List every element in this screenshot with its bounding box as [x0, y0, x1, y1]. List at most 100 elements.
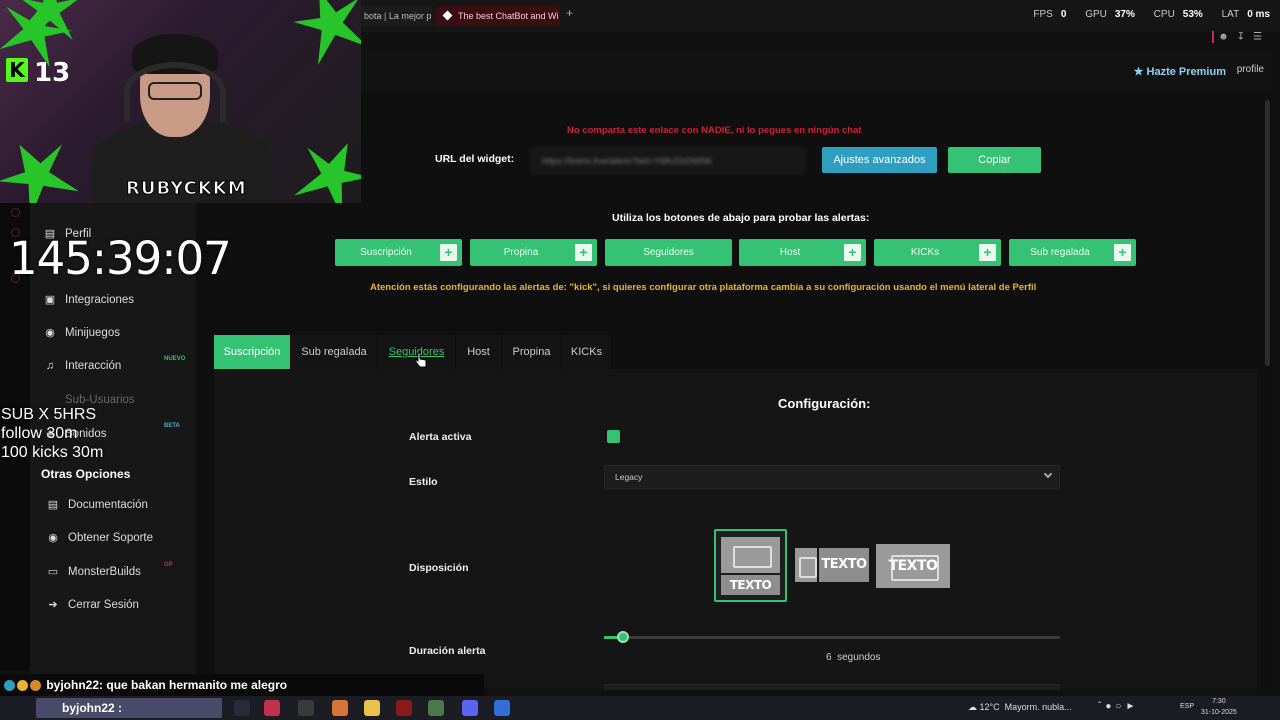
test-suscripcion-button[interactable]: Suscripción + — [335, 239, 462, 266]
sidebar-item-cerrar-sesion[interactable]: ➔ Cerrar Sesión — [47, 597, 139, 613]
menu-icon[interactable]: ☰ — [1253, 32, 1270, 43]
star-icon: ★ — [1133, 66, 1144, 78]
app-icon[interactable] — [428, 700, 444, 716]
system-tray[interactable]: ˆ●○► — [1098, 701, 1139, 712]
fps-value: 0 — [1060, 9, 1067, 20]
sidebar-item-monsterbuilds[interactable]: ▭ MonsterBuilds — [47, 564, 141, 580]
logout-icon: ➔ — [48, 599, 58, 611]
profile-label: profile — [1236, 64, 1264, 75]
new-badge: NUEVO — [164, 356, 186, 362]
sidebar-item-label: Interacción — [65, 360, 122, 372]
duration-slider[interactable] — [604, 631, 1060, 643]
kick-count: 13 — [34, 58, 71, 88]
folder-icon[interactable] — [364, 700, 380, 716]
language-indicator[interactable]: ESP — [1180, 703, 1194, 710]
test-kicks-button[interactable]: KICKs + — [874, 239, 1001, 266]
streamer-name: RUBYCKKM — [126, 178, 247, 200]
test-seguidores-button[interactable]: Seguidores — [605, 239, 732, 266]
test-button-label: Host — [779, 247, 801, 258]
sidebar-item-integraciones[interactable]: ▣ Integraciones — [44, 292, 134, 308]
gpu-value: 37% — [1114, 9, 1135, 20]
premium-link[interactable]: ★ Hazte Premium — [1134, 65, 1226, 78]
rail-icon[interactable] — [11, 208, 20, 217]
layout-label: Disposición — [409, 562, 469, 574]
layout-option-side[interactable]: TEXTO — [795, 544, 869, 588]
performance-stats: FPS 0 GPU 37% CPU 53% LAT 0 ms — [1033, 9, 1270, 20]
tab-kicks[interactable]: KICKs — [562, 335, 612, 369]
sidebar-item-minijuegos[interactable]: ◉ Minijuegos — [44, 325, 120, 341]
test-propina-button[interactable]: Propina + — [470, 239, 597, 266]
user-icon[interactable]: ☻ — [1218, 32, 1237, 43]
browser-tab[interactable]: bota | La mejor pl — [356, 6, 432, 26]
test-button-label: Seguidores — [643, 247, 694, 258]
style-select[interactable]: Legacy — [604, 465, 1060, 489]
page-scrollbar[interactable] — [1265, 100, 1270, 366]
plus-icon: + — [440, 244, 457, 261]
copy-button[interactable]: Copiar — [948, 147, 1041, 173]
clock[interactable]: 7:30 31-10-2025 — [1201, 696, 1237, 718]
platform-notice: Atención estás configurando las alertas … — [370, 282, 1037, 293]
profile-link[interactable]: profile — [1237, 64, 1264, 75]
image-placeholder-icon — [721, 537, 780, 573]
browser-toolbar-icons: ☻↧☰ — [1212, 31, 1270, 43]
premium-label: Hazte Premium — [1146, 66, 1226, 78]
browser-tab-label: bota | La mejor pl — [364, 11, 432, 21]
task-view-icon[interactable] — [234, 700, 250, 716]
plus-icon: + — [575, 244, 592, 261]
discord-icon[interactable] — [462, 700, 478, 716]
advanced-settings-button[interactable]: Ajustes avanzados — [822, 147, 937, 173]
sidebar-item-soporte[interactable]: ◉ Obtener Soporte — [47, 530, 153, 546]
slider-handle[interactable] — [617, 631, 629, 643]
plus-icon: + — [979, 244, 996, 261]
gp-badge: GP — [164, 562, 173, 568]
alert-active-checkbox[interactable] — [607, 430, 620, 443]
weather-temp: 12°C — [979, 702, 1000, 712]
browser-app-icon[interactable] — [264, 700, 280, 716]
text-placeholder: TEXTO — [888, 558, 938, 574]
plus-icon: + — [844, 244, 861, 261]
webcam-overlay: K 13 RUBYCKKM — [0, 0, 361, 203]
app-icon[interactable] — [396, 700, 412, 716]
sidebar-item-label: Obtener Soporte — [68, 532, 154, 544]
layout-option-stacked[interactable]: TEXTO — [714, 529, 787, 602]
glasses — [148, 82, 202, 100]
weather-widget[interactable]: ☁ 12°C Mayorm. nubla... — [968, 702, 1072, 713]
beta-badge: BETA — [164, 423, 180, 429]
test-host-button[interactable]: Host + — [739, 239, 866, 266]
sidebar-item-label: Cerrar Sesión — [68, 599, 139, 611]
layout-option-overlay[interactable]: TEXTO — [876, 544, 950, 588]
tab-host[interactable]: Host — [456, 335, 502, 369]
goal-line: SUB X 5HRS — [1, 406, 97, 423]
leaf-decoration — [286, 0, 361, 68]
goal-line: follow 30m — [1, 425, 78, 442]
test-button-label: KICKs — [910, 247, 940, 258]
chat-message: : que bakan hermanito me alegro — [99, 678, 288, 692]
fps-label: FPS — [1033, 9, 1053, 20]
kick-counter: K 13 — [6, 58, 70, 88]
app-icon[interactable] — [298, 700, 314, 716]
download-icon[interactable]: ↧ — [1237, 32, 1253, 43]
test-hint: Utiliza los botones de abajo para probar… — [612, 212, 870, 224]
cpu-label: CPU — [1153, 9, 1175, 20]
new-tab-button[interactable]: + — [566, 6, 573, 20]
duration-value: 6 — [826, 652, 832, 663]
alert-active-label: Alerta activa — [409, 431, 472, 443]
next-field[interactable] — [604, 684, 1060, 690]
weather-desc: Mayorm. nubla... — [1004, 702, 1072, 712]
sidebar-item-label: Documentación — [68, 499, 148, 511]
tab-suscripcion[interactable]: Suscripción — [214, 335, 291, 369]
music-note-icon: ♫ — [45, 360, 55, 372]
app-icon[interactable] — [494, 700, 510, 716]
widget-url-field[interactable]: https://botrix.live/alerts?bid=YMhJSrDWN… — [531, 147, 805, 174]
app-icon[interactable] — [332, 700, 348, 716]
tab-sub-regalada[interactable]: Sub regalada — [291, 335, 378, 369]
sidebar-item-interaccion[interactable]: ♫ Interacción — [44, 358, 121, 374]
mic-icon: ● — [1105, 701, 1116, 712]
browser-tab-active[interactable]: The best ChatBot and Wi — [436, 6, 560, 26]
test-button-label: Suscripción — [360, 247, 412, 258]
badge-icon — [4, 680, 15, 692]
test-sub-regalada-button[interactable]: Sub regalada + — [1009, 239, 1136, 266]
lat-label: LAT — [1221, 9, 1240, 20]
tab-propina[interactable]: Propina — [502, 335, 562, 369]
sidebar-item-documentacion[interactable]: ▤ Documentación — [47, 497, 148, 513]
